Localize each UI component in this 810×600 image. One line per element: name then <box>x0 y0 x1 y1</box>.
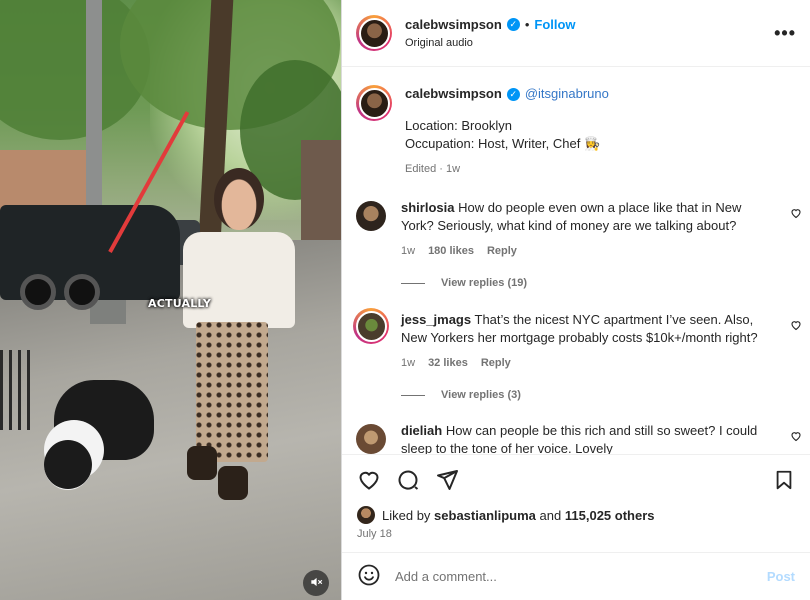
edited-label: Edited <box>405 163 437 175</box>
caption-author-row: calebwsimpson ✓ @itsginabruno <box>405 85 609 103</box>
commenter-avatar[interactable] <box>356 201 386 231</box>
caption-occupation: Occupation: Host, Writer, Chef 👩‍🍳 <box>405 136 601 151</box>
liker-avatar[interactable] <box>357 506 375 524</box>
view-replies-button[interactable]: View replies (3) <box>401 389 810 401</box>
caption-username[interactable]: calebwsimpson <box>405 85 502 103</box>
comment-bubble-icon[interactable] <box>396 468 420 492</box>
audio-label[interactable]: Original audio <box>405 37 774 49</box>
parked-truck <box>0 205 180 310</box>
post-caption: calebwsimpson ✓ @itsginabruno Location: … <box>342 67 810 178</box>
add-comment-input[interactable]: Add a comment... <box>395 569 767 584</box>
caption-mention-link[interactable]: @itsginabruno <box>525 85 609 103</box>
instagram-post-view: ACTUALLY calebwsimpson ✓ • Follow Origin… <box>0 0 810 600</box>
post-actions-bar <box>342 454 810 504</box>
sandal <box>218 466 248 500</box>
verified-badge-icon: ✓ <box>506 87 520 101</box>
comment-content: dieliah How can people be this rich and … <box>401 422 774 454</box>
save-bookmark-icon[interactable] <box>773 469 795 491</box>
liked-by-and: and <box>539 507 562 523</box>
add-comment-bar: Add a comment... Post <box>342 552 810 600</box>
emoji-smiley-icon[interactable] <box>357 563 381 590</box>
follow-button[interactable]: Follow <box>534 17 575 32</box>
commenter-avatar <box>355 310 387 342</box>
commenter-avatar-ring[interactable] <box>353 308 389 344</box>
caption-body: calebwsimpson ✓ @itsginabruno Location: … <box>405 85 609 178</box>
view-replies-button[interactable]: View replies (19) <box>401 277 810 289</box>
post-date[interactable]: July 18 <box>342 526 810 552</box>
author-row: calebwsimpson ✓ • Follow <box>405 17 774 32</box>
mute-button[interactable] <box>303 570 329 596</box>
like-comment-heart-icon[interactable] <box>790 207 802 222</box>
truck-wheel <box>20 274 56 310</box>
likes-summary: Liked by sebastianlipuma and 115,025 oth… <box>342 504 810 526</box>
share-paper-plane-icon[interactable] <box>435 468 459 492</box>
comment-body: jess_jmags That’s the nicest NYC apartme… <box>401 311 796 372</box>
post-details-panel: calebwsimpson ✓ • Follow Original audio … <box>341 0 810 600</box>
reply-button[interactable]: Reply <box>487 242 517 260</box>
dog <box>44 360 156 500</box>
separator-dot: • <box>524 17 530 32</box>
caption-lines: Location: Brooklyn Occupation: Host, Wri… <box>405 117 609 153</box>
like-comment-heart-icon[interactable] <box>790 319 802 334</box>
reply-button[interactable]: Reply <box>481 354 511 372</box>
comment-body: dieliah How can people be this rich and … <box>401 422 796 454</box>
commenter-avatar[interactable] <box>356 424 386 454</box>
comment-likes[interactable]: 32 likes <box>428 354 468 372</box>
replies-divider-line <box>401 282 425 284</box>
author-username[interactable]: calebwsimpson <box>405 17 502 32</box>
muted-speaker-icon <box>309 575 323 592</box>
replies-divider-line <box>401 394 425 396</box>
iron-fence <box>0 350 34 430</box>
like-heart-icon[interactable] <box>357 468 381 492</box>
post-video[interactable]: ACTUALLY <box>0 0 341 600</box>
view-replies-label: View replies (19) <box>441 277 528 289</box>
verified-badge-icon: ✓ <box>506 18 520 31</box>
caption-location: Location: Brooklyn <box>405 118 512 133</box>
like-comment-heart-icon[interactable] <box>790 430 802 445</box>
woman-pants <box>196 322 268 462</box>
comment-meta: 1w 180 likes Reply <box>401 242 774 260</box>
author-avatar <box>358 17 390 49</box>
comment-time: 1w <box>401 245 416 257</box>
commenter-username[interactable]: dieliah <box>401 423 442 438</box>
post-header: calebwsimpson ✓ • Follow Original audio … <box>342 0 810 67</box>
caption-avatar-ring[interactable] <box>356 85 392 121</box>
comment-meta: 1w 32 likes Reply <box>401 354 774 372</box>
view-replies-label: View replies (3) <box>441 389 521 401</box>
comment-item: shirlosia How do people even own a place… <box>342 199 810 260</box>
woman-shirt <box>183 232 295 328</box>
video-caption-text: ACTUALLY <box>148 297 212 310</box>
sandal <box>187 446 217 480</box>
likes-count-link[interactable]: 115,025 others <box>565 508 655 523</box>
comment-body: shirlosia How do people even own a place… <box>401 199 796 260</box>
comment-content: shirlosia How do people even own a place… <box>401 199 774 235</box>
liked-by-username[interactable]: sebastianlipuma <box>434 508 536 523</box>
comment-likes[interactable]: 180 likes <box>428 242 474 260</box>
comment-item: jess_jmags That’s the nicest NYC apartme… <box>342 308 810 372</box>
comment-time: 1w <box>401 357 416 369</box>
post-comment-button[interactable]: Post <box>767 569 795 584</box>
comment-text: How can people be this rich and still so… <box>401 423 758 454</box>
author-avatar-ring[interactable] <box>356 15 392 51</box>
comment-content: jess_jmags That’s the nicest NYC apartme… <box>401 311 774 347</box>
caption-meta: Edited · 1w <box>405 163 461 175</box>
more-options-icon[interactable]: ••• <box>774 23 796 44</box>
liked-by-prefix: Liked by <box>382 507 431 523</box>
comments-scroll-area[interactable]: calebwsimpson ✓ @itsginabruno Location: … <box>342 67 810 454</box>
author-info: calebwsimpson ✓ • Follow Original audio <box>405 17 774 49</box>
commenter-username[interactable]: shirlosia <box>401 200 454 215</box>
commenter-username[interactable]: jess_jmags <box>401 312 471 327</box>
caption-time: 1w <box>445 163 461 175</box>
truck-wheel <box>64 274 100 310</box>
woman-head <box>214 168 264 230</box>
caption-avatar <box>358 87 390 119</box>
dog-head <box>44 440 92 490</box>
comment-item: dieliah How can people be this rich and … <box>342 422 810 454</box>
